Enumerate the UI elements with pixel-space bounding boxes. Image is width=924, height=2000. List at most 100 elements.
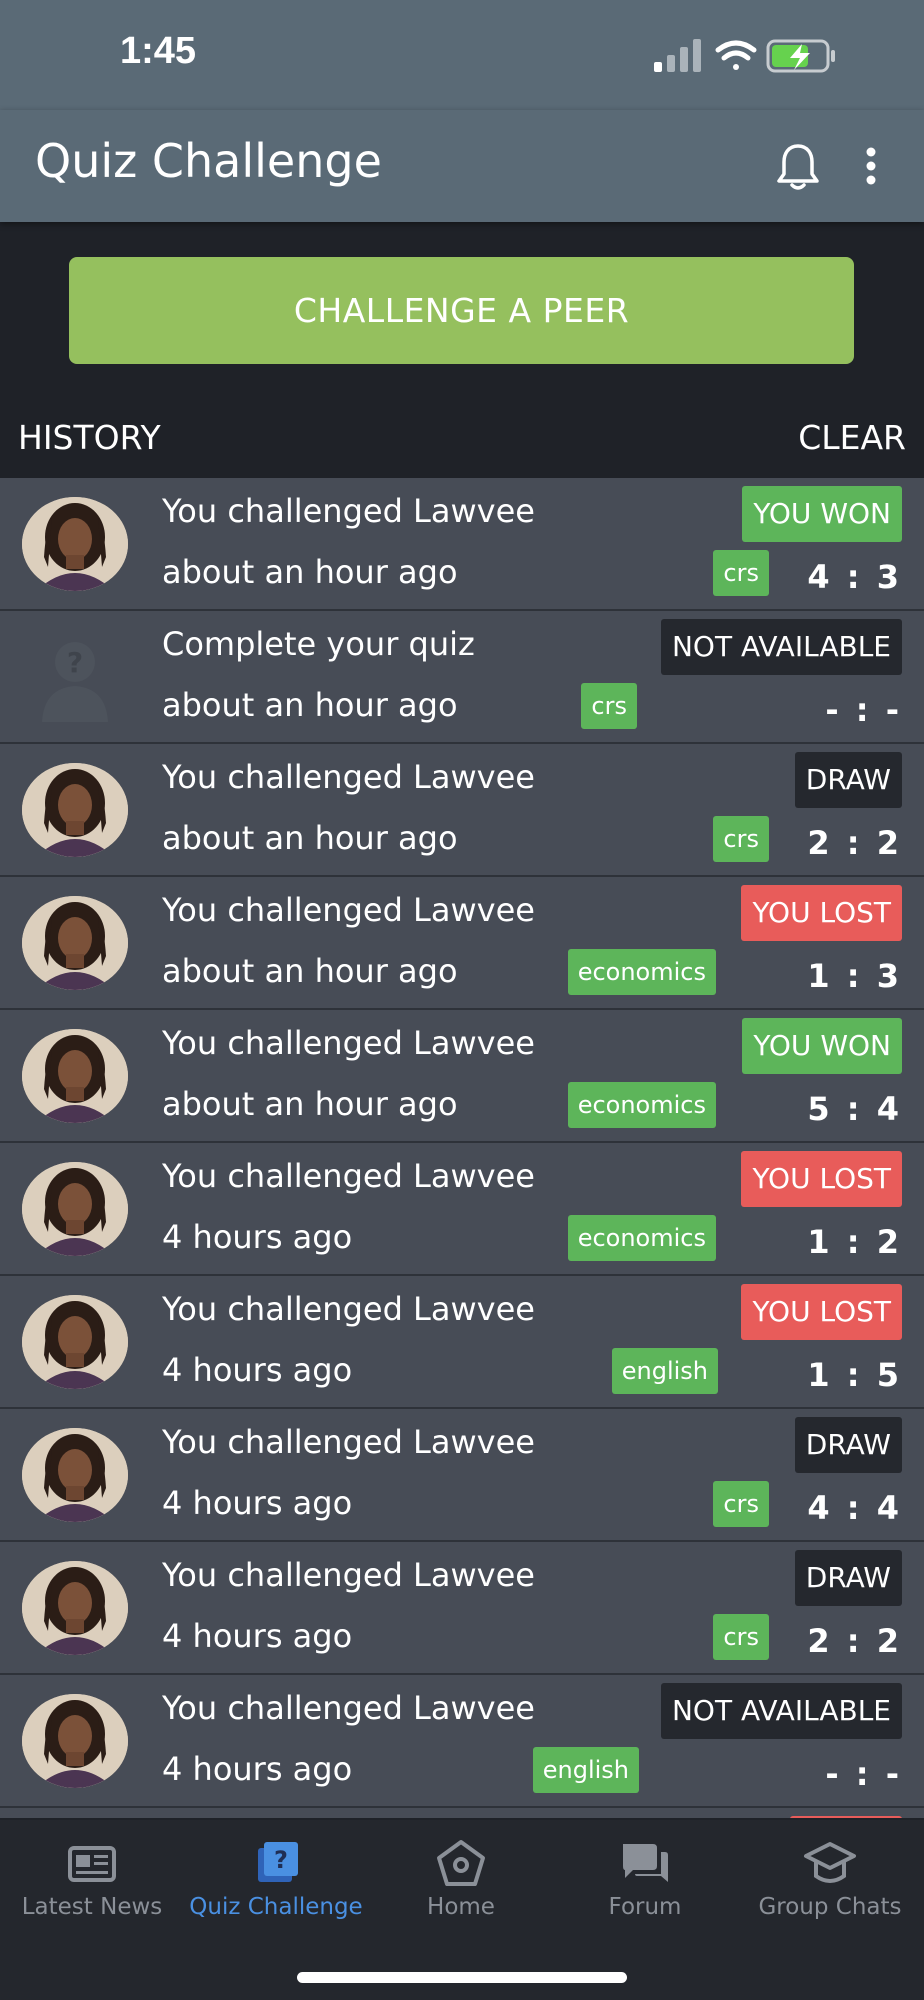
subject-tag: economics (567, 949, 716, 995)
challenge-title: You challenged Lawvee (162, 1024, 535, 1062)
result-badge: DRAW (794, 752, 902, 808)
score: 1 : 3 (807, 957, 902, 995)
score: 4 : 3 (807, 558, 902, 596)
score: 5 : 4 (807, 1090, 902, 1128)
group-chats-icon (804, 1842, 856, 1883)
avatar (22, 1029, 128, 1123)
avatar (22, 1428, 128, 1522)
subject-tag: english (532, 1747, 639, 1793)
history-item[interactable]: You challenged Lawvee about an hour ago ec… (0, 877, 924, 1010)
subject-tag: economics (567, 1215, 716, 1261)
nav-label: Group Chats (758, 1894, 902, 1920)
nav-label: Home (427, 1894, 495, 1920)
score: 4 : 4 (807, 1489, 902, 1527)
subject-tag: crs (581, 683, 637, 729)
history-item[interactable]: You challenged Lawvee about an hour ago ec… (0, 1010, 924, 1143)
page-title: Quiz Challenge (35, 134, 382, 188)
history-item[interactable]: You challenged Lawvee about an hour ago cr… (0, 478, 924, 611)
challenge-time: 4 hours ago (162, 1750, 353, 1788)
subject-tag: english (611, 1348, 718, 1394)
challenge-time: 4 hours ago (162, 1617, 353, 1655)
history-item[interactable]: You challenged Lawvee about an hour ago cr… (0, 744, 924, 877)
svg-text:?: ? (67, 646, 83, 679)
history-item[interactable]: You challenged Lawvee 4 hours ago english N… (0, 1675, 924, 1808)
signal-icon (654, 39, 701, 72)
nav-group-chats[interactable]: Group Chats (738, 1820, 922, 1950)
challenge-a-peer-button[interactable]: CHALLENGE A PEER (69, 257, 854, 364)
history-list: You challenged Lawvee about an hour ago cr… (0, 478, 924, 1818)
challenge-title: You challenged Lawvee (162, 1423, 535, 1461)
subject-tag: crs (713, 1481, 769, 1527)
challenge-title: You challenged Lawvee (162, 492, 535, 530)
nav-label: Latest News (21, 1894, 163, 1920)
subject-tag: crs (713, 1614, 769, 1660)
clear-history-button[interactable]: CLEAR (798, 418, 906, 457)
svg-text:?: ? (274, 1846, 288, 1874)
home-icon (437, 1840, 485, 1886)
challenge-time: about an hour ago (162, 553, 458, 591)
history-header: HISTORY CLEAR (0, 410, 924, 476)
result-badge (790, 1816, 902, 1818)
challenge-time: 4 hours ago (162, 1351, 353, 1389)
status-icons (654, 39, 835, 73)
history-item[interactable]: You challenged Lawvee 4 hours ago english Y… (0, 1276, 924, 1409)
nav-home[interactable]: Home (369, 1820, 553, 1950)
history-item[interactable]: ? Complete your quiz about an hour ago crs N… (0, 611, 924, 744)
nav-latest-news[interactable]: Latest News (0, 1820, 184, 1950)
score: 2 : 2 (807, 824, 902, 862)
home-indicator (297, 1972, 627, 1983)
history-item-partial[interactable] (0, 1808, 924, 1818)
challenge-title: You challenged Lawvee (162, 1157, 535, 1195)
result-badge: YOU LOST (741, 885, 902, 941)
result-badge: NOT AVAILABLE (660, 619, 902, 675)
nav-forum[interactable]: Forum (553, 1820, 737, 1950)
score: - : - (825, 1755, 902, 1793)
more-menu-icon[interactable] (856, 140, 886, 192)
score: - : - (825, 691, 902, 729)
history-item[interactable]: You challenged Lawvee 4 hours ago economic… (0, 1143, 924, 1276)
avatar (22, 1694, 128, 1788)
history-item[interactable]: You challenged Lawvee 4 hours ago crs DRAW 4… (0, 1409, 924, 1542)
challenge-title: You challenged Lawvee (162, 1290, 535, 1328)
avatar (22, 1295, 128, 1389)
challenge-time: about an hour ago (162, 819, 458, 857)
score: 1 : 2 (807, 1223, 902, 1261)
challenge-time: about an hour ago (162, 952, 458, 990)
bell-icon[interactable] (776, 140, 820, 192)
challenge-time: 4 hours ago (162, 1218, 353, 1256)
result-badge: NOT AVAILABLE (660, 1683, 902, 1739)
result-badge: YOU LOST (741, 1284, 902, 1340)
wifi-icon (715, 40, 757, 70)
app-header: Quiz Challenge (0, 110, 924, 222)
challenge-time: about an hour ago (162, 1085, 458, 1123)
result-badge: YOU WON (742, 1018, 902, 1074)
battery-icon (766, 39, 835, 73)
result-badge: DRAW (794, 1417, 902, 1473)
status-bar: 1:45 (0, 0, 924, 110)
challenge-title: You challenged Lawvee (162, 891, 535, 929)
history-label: HISTORY (18, 418, 161, 457)
result-badge: YOU LOST (741, 1151, 902, 1207)
history-item[interactable]: You challenged Lawvee 4 hours ago crs DRAW 2… (0, 1542, 924, 1675)
avatar (22, 497, 128, 591)
challenge-time: 4 hours ago (162, 1484, 353, 1522)
avatar-placeholder-icon: ? (22, 630, 128, 724)
avatar (22, 1162, 128, 1256)
result-badge: DRAW (794, 1550, 902, 1606)
status-time: 1:45 (120, 30, 197, 72)
challenge-time: about an hour ago (162, 686, 458, 724)
nav-quiz-challenge[interactable]: ? Quiz Challenge (184, 1820, 368, 1950)
subject-tag: economics (567, 1082, 716, 1128)
challenge-title: You challenged Lawvee (162, 1689, 535, 1727)
score: 1 : 5 (807, 1356, 902, 1394)
subject-tag: crs (713, 550, 769, 596)
avatar (22, 896, 128, 990)
nav-label: Quiz Challenge (189, 1894, 363, 1920)
result-badge: YOU WON (742, 486, 902, 542)
newspaper-icon (68, 1846, 116, 1882)
avatar (22, 763, 128, 857)
score: 2 : 2 (807, 1622, 902, 1660)
forum-icon (623, 1844, 668, 1882)
avatar (22, 1561, 128, 1655)
subject-tag: crs (713, 816, 769, 862)
